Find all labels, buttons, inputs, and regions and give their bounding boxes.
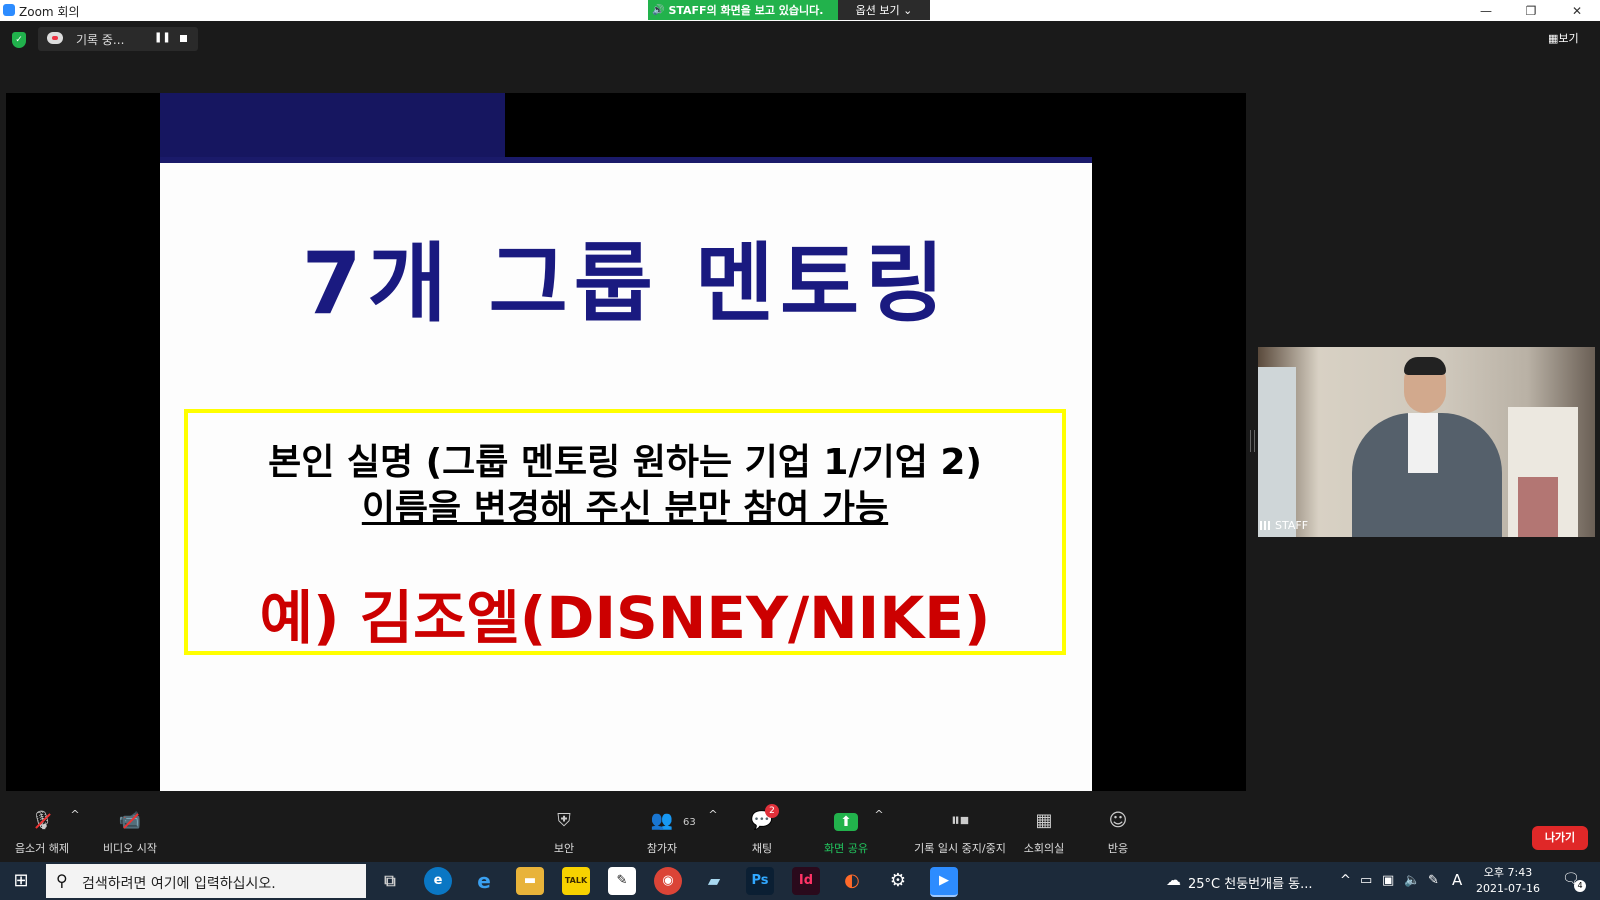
weather-status[interactable]: 25°C 천둥번개를 동... xyxy=(1188,873,1313,892)
slide-example: 예) 김조엘(DISNEY/NIKE) xyxy=(259,584,991,652)
title-bar: Zoom 회의 🔊 STAFF의 화면을 보고 있습니다. 옵션 보기 ⌄ — … xyxy=(0,0,1600,21)
start-video-button[interactable]: 📹 비디오 시작 xyxy=(82,808,178,858)
share-options-caret[interactable]: ^ xyxy=(874,808,884,858)
pen-icon[interactable]: ✎ xyxy=(1428,873,1439,888)
emoji-icon: ☺ xyxy=(1108,810,1128,831)
restore-button[interactable]: ❐ xyxy=(1508,0,1554,21)
notification-center-icon[interactable]: 🗨 4 xyxy=(1562,871,1586,892)
notification-count: 4 xyxy=(1574,880,1586,892)
reactions-button[interactable]: ☺ 반응 xyxy=(1070,808,1166,858)
kakaotalk-icon[interactable]: TALK xyxy=(562,867,590,895)
slide-notice-line2: 이름을 변경해 주신 분만 참여 가능 xyxy=(361,488,889,529)
participants-icon: 👥 63 xyxy=(647,808,696,834)
speaker-icon: 🔊 xyxy=(652,4,665,16)
notepad-icon[interactable]: ▰ xyxy=(700,867,728,895)
recording-indicator: 기록 중... ❚❚ xyxy=(38,27,198,51)
view-options-button[interactable]: 옵션 보기 ⌄ xyxy=(838,0,930,20)
share-screen-icon: ⬆ xyxy=(834,813,858,831)
minimize-button[interactable]: — xyxy=(1463,0,1509,21)
breakout-rooms-icon: ▦ xyxy=(1035,810,1053,831)
slide-notice-line1: 본인 실명 (그룹 멘토링 원하는 기업 1/기업 2) xyxy=(268,442,982,483)
presentation-slide: 7개 그룹 멘토링 본인 실명 (그룹 멘토링 원하는 기업 1/기업 2) 이… xyxy=(160,93,1092,791)
search-placeholder: 검색하려면 여기에 입력하십시오. xyxy=(82,876,276,892)
signal-strength-icon xyxy=(1260,521,1272,530)
internet-explorer-icon[interactable]: e xyxy=(470,867,498,895)
grid-icon: ▦ xyxy=(1548,32,1559,45)
recording-label: 기록 중... xyxy=(76,33,125,47)
chrome-browser-icon[interactable]: ◉ xyxy=(654,867,682,895)
chat-button[interactable]: 💬 2 채팅 xyxy=(714,804,810,858)
cloud-record-icon xyxy=(47,32,63,44)
system-clock[interactable]: 오후 7:43 2021-07-16 xyxy=(1468,865,1548,897)
weather-icon: ☁ xyxy=(1166,871,1181,889)
stop-recording-icon[interactable] xyxy=(180,35,187,42)
participant-name-tag: STAFF xyxy=(1260,519,1308,532)
chat-badge: 2 xyxy=(765,804,779,818)
battery-icon[interactable]: ▭ xyxy=(1360,873,1372,888)
audio-options-caret[interactable]: ^ xyxy=(70,808,80,858)
participants-button[interactable]: 👥 63 참가자 xyxy=(614,808,710,858)
encryption-shield-icon[interactable]: ✓ xyxy=(12,32,26,48)
panel-resize-handle[interactable] xyxy=(1250,430,1255,452)
clock-date: 2021-07-16 xyxy=(1476,882,1540,895)
slide-title: 7개 그룹 멘토링 xyxy=(301,234,951,334)
zoom-app-icon xyxy=(3,4,15,16)
meeting-toolbar: 🎙 음소거 해제 ^ 📹 비디오 시작 ⛨ 보안 👥63 참가자 ^ 💬2 채팅… xyxy=(0,804,1600,862)
window-title: Zoom 회의 xyxy=(19,5,80,19)
windows-taskbar: ⊞ ⚲ 검색하려면 여기에 입력하십시오. ⧉ e e ▬ TALK ✎ ◉ ▰… xyxy=(0,862,1600,900)
windows-start-icon[interactable]: ⊞ xyxy=(10,870,32,892)
network-icon[interactable]: ▣ xyxy=(1382,873,1394,888)
chat-icon: 💬 2 xyxy=(747,804,779,834)
slide-notice-box: 본인 실명 (그룹 멘토링 원하는 기업 1/기업 2) 이름을 변경해 주신 … xyxy=(184,409,1066,655)
clock-time: 오후 7:43 xyxy=(1483,866,1533,879)
close-button[interactable]: ✕ xyxy=(1554,0,1600,21)
chevron-down-icon: ⌄ xyxy=(903,3,913,17)
pause-recording-icon[interactable]: ❚❚ xyxy=(154,32,171,43)
participants-count: 63 xyxy=(683,817,696,828)
screen-share-banner: 🔊 STAFF의 화면을 보고 있습니다. xyxy=(648,0,838,20)
origin-app-icon[interactable]: ◐ xyxy=(838,867,866,895)
video-off-icon: 📹 xyxy=(115,808,145,834)
input-method-indicator[interactable]: A xyxy=(1452,871,1462,889)
edge-browser-icon[interactable]: e xyxy=(424,867,452,895)
taskbar-search-box[interactable]: ⚲ 검색하려면 여기에 입력하십시오. xyxy=(46,864,366,898)
slide-header-bar xyxy=(160,93,505,157)
mic-muted-icon: 🎙 xyxy=(27,808,57,834)
leave-meeting-button[interactable]: 나가기 xyxy=(1532,826,1588,850)
task-view-icon[interactable]: ⧉ xyxy=(376,867,404,895)
volume-icon[interactable]: 🔈 xyxy=(1404,873,1420,888)
notes-app-icon[interactable]: ✎ xyxy=(608,867,636,895)
settings-gear-icon[interactable]: ⚙ xyxy=(884,867,912,895)
indesign-icon[interactable]: Id xyxy=(792,867,820,895)
slide-rule xyxy=(160,157,1092,163)
view-button[interactable]: ▦보기 xyxy=(1548,30,1579,46)
participant-video-tile[interactable]: STAFF xyxy=(1258,347,1595,537)
file-explorer-icon[interactable]: ▬ xyxy=(516,867,544,895)
tray-expand-icon[interactable]: ^ xyxy=(1340,873,1351,888)
shield-icon: ⛨ xyxy=(557,810,571,831)
zoom-taskbar-icon[interactable]: ▶ xyxy=(930,867,958,897)
share-banner-text: STAFF의 화면을 보고 있습니다. xyxy=(668,4,824,17)
pause-stop-record-icon: ⏸⏹ xyxy=(951,810,969,831)
search-icon: ⚲ xyxy=(56,871,68,890)
security-button[interactable]: ⛨ 보안 xyxy=(516,808,612,858)
photoshop-icon[interactable]: Ps xyxy=(746,867,774,895)
